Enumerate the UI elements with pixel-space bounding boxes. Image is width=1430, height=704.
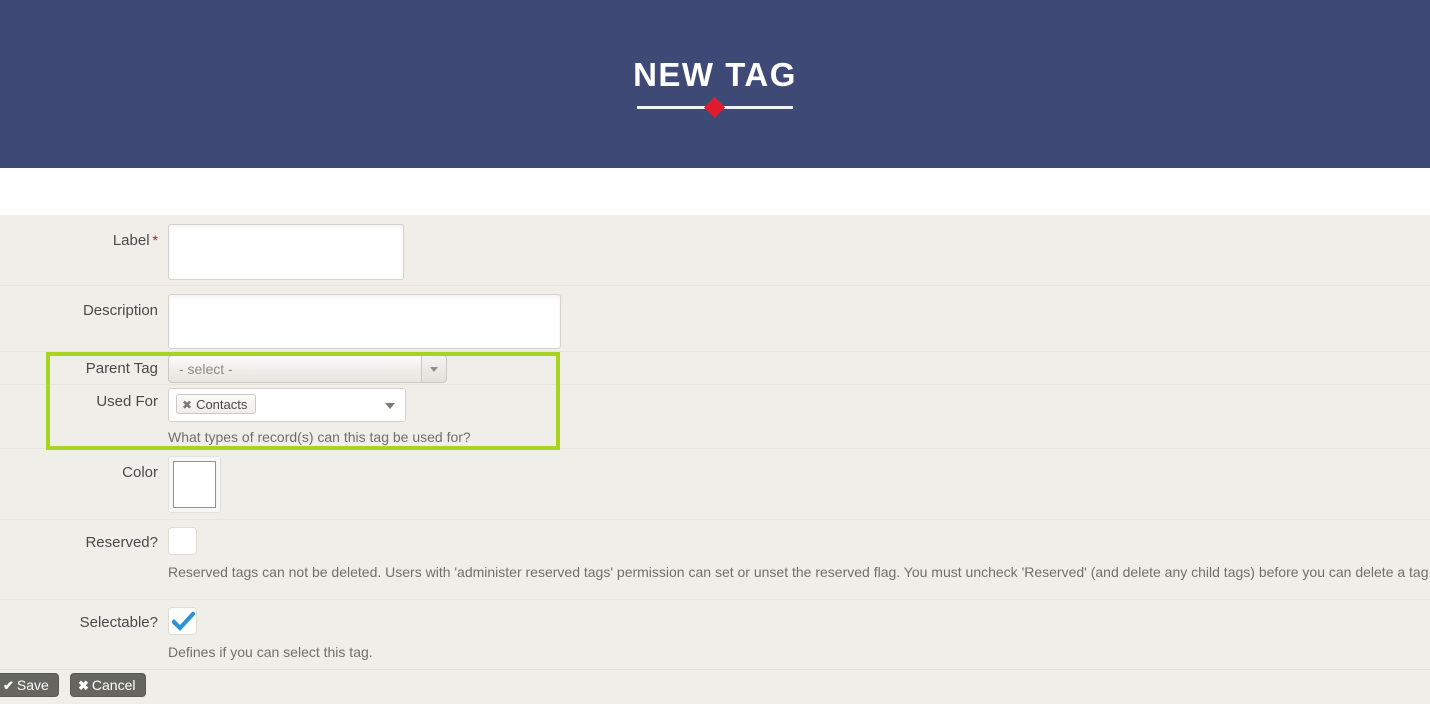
field-label-parent-tag: Parent Tag [85,360,158,377]
close-icon[interactable]: ✖ [182,396,192,415]
field-label-selectable: Selectable? [79,614,158,631]
check-icon [172,612,195,632]
form-row-used-for: Used For ✖ Contacts What types of record(… [0,385,1430,449]
label-input[interactable] [168,224,404,280]
chevron-down-icon [430,367,438,372]
save-button[interactable]: ✔ Save [0,673,59,697]
form-action-bar: ✔ Save ✖ Cancel [0,669,1430,704]
field-label-label: Label * [0,231,158,250]
chip-label: Contacts [196,397,248,412]
selectable-checkbox[interactable] [168,607,197,635]
field-wrap-parent-tag: - select - [168,355,447,383]
page-header-inner: NEW TAG [0,56,1430,119]
parent-tag-select[interactable]: - select - [168,355,447,383]
reserved-help-text: Reserved tags can not be deleted. Users … [168,564,1430,580]
color-swatch [173,461,216,508]
form-row-reserved: Reserved? Reserved tags can not be delet… [0,520,1430,600]
chevron-down-icon[interactable] [385,403,395,409]
form-row-parent-tag: Parent Tag - select - [0,352,1430,385]
cancel-button-label: Cancel [91,677,136,693]
title-underline-ornament [637,96,793,119]
field-label-color: Color [122,464,158,481]
color-picker-button[interactable] [168,456,221,513]
save-button-label: Save [16,677,49,693]
used-for-chip-contacts[interactable]: ✖ Contacts [176,394,257,415]
cancel-button[interactable]: ✖ Cancel [70,673,146,697]
selectable-help-text: Defines if you can select this tag. [168,644,373,660]
field-wrap-selectable: Defines if you can select this tag. [168,607,373,665]
form-row-color: Color [0,449,1430,520]
field-wrap-label [168,224,404,280]
page-header-banner: NEW TAG [0,0,1430,168]
check-icon: ✔ [3,678,14,693]
field-wrap-used-for: ✖ Contacts What types of record(s) can th… [168,388,471,450]
used-for-help-text: What types of record(s) can this tag be … [168,429,471,445]
field-wrap-reserved: Reserved tags can not be deleted. Users … [168,527,1430,586]
used-for-multiselect[interactable]: ✖ Contacts [168,388,406,422]
field-label-text: Label [112,232,150,249]
form-row-selectable: Selectable? Defines if you can select th… [0,600,1430,660]
tag-form-panel: Label * Description Parent Tag - select -… [0,215,1430,704]
field-label-description: Description [82,302,158,319]
form-row-label: Label * [0,215,1430,286]
field-label-reserved: Reserved? [85,534,158,551]
diamond-icon [703,96,726,119]
reserved-checkbox[interactable] [168,527,197,555]
field-label-used-for: Used For [96,393,158,410]
header-content-gap [0,168,1430,215]
description-textarea[interactable] [168,294,561,349]
field-wrap-description [168,294,561,349]
close-icon: ✖ [78,678,89,693]
parent-tag-dropdown-button[interactable] [421,356,446,382]
form-row-description: Description [0,286,1430,352]
parent-tag-selected-value: - select - [179,361,233,377]
field-wrap-color [168,456,221,513]
required-marker: * [152,232,158,248]
page-title: NEW TAG [633,56,797,93]
